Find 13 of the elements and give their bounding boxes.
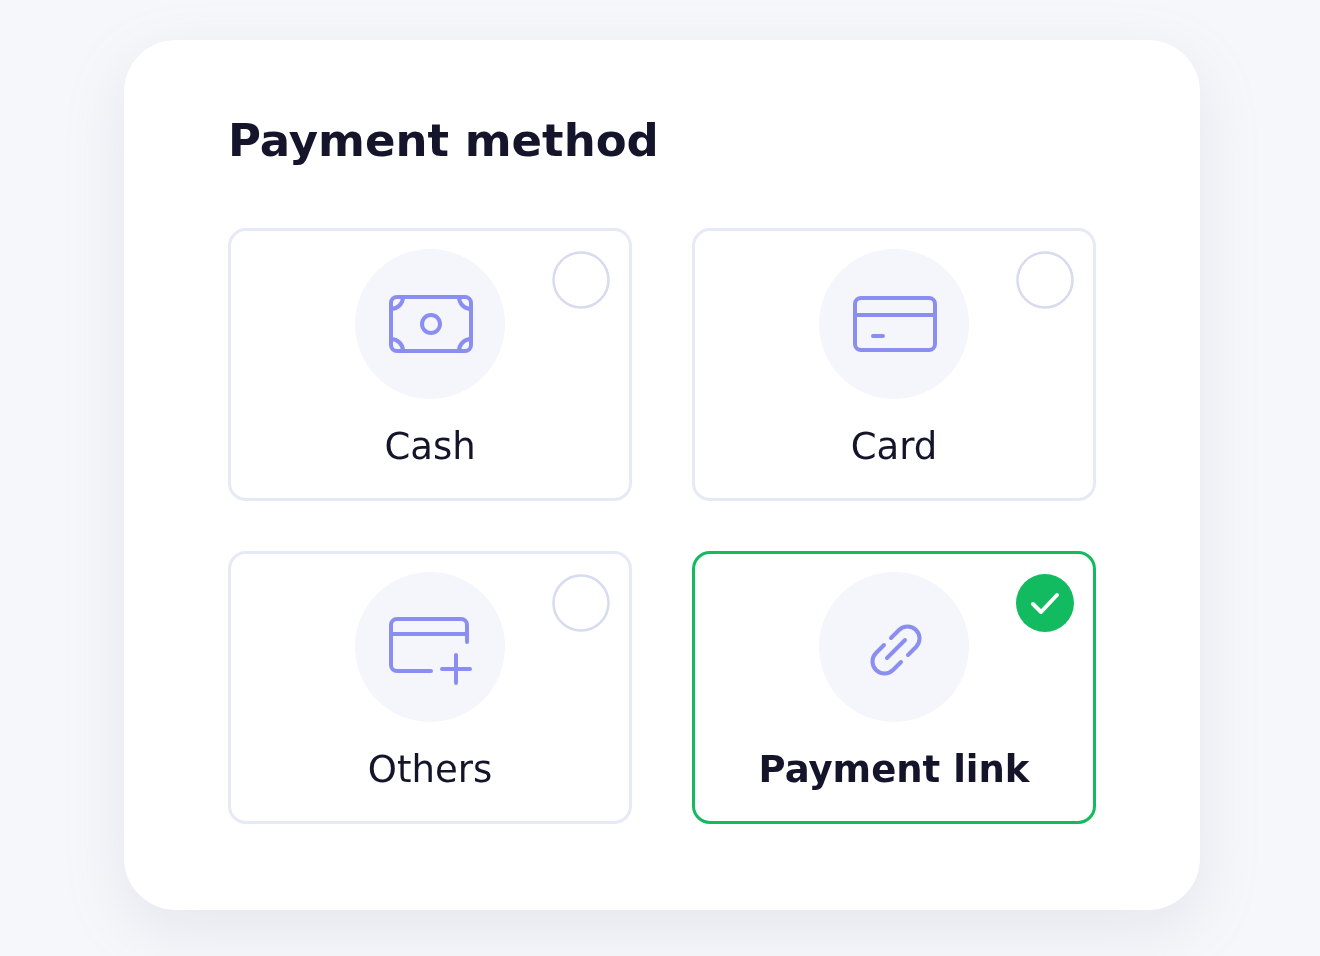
payment-option[interactable]: Card bbox=[692, 228, 1096, 501]
radio-checked[interactable] bbox=[1016, 574, 1074, 632]
payment-option[interactable]: Others bbox=[228, 551, 632, 824]
radio-button[interactable] bbox=[552, 251, 610, 309]
radio-button[interactable] bbox=[1016, 251, 1074, 309]
payment-option[interactable]: Cash bbox=[228, 228, 632, 501]
section-title: Payment method bbox=[228, 114, 660, 168]
payment-option[interactable]: Payment link bbox=[692, 551, 1096, 824]
banknote-icon bbox=[355, 249, 505, 399]
card-plus-icon bbox=[355, 572, 505, 722]
credit-card-icon bbox=[819, 249, 969, 399]
link-icon bbox=[819, 572, 969, 722]
radio-button[interactable] bbox=[552, 574, 610, 632]
